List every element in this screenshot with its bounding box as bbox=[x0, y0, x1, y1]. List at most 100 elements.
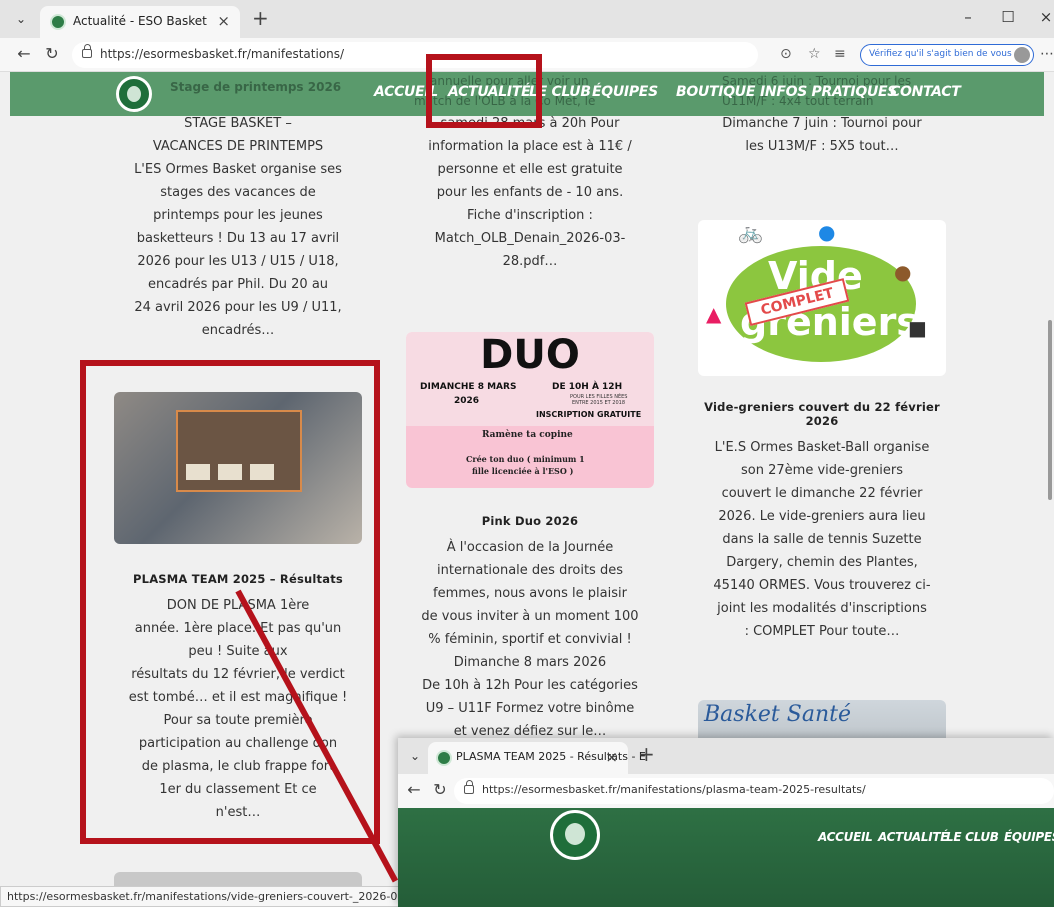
tab-list-icon[interactable]: ⌄ bbox=[10, 8, 32, 30]
excerpt-line: Dimanche 7 juin : Tournoi pour bbox=[722, 116, 922, 131]
excerpt-line: personne et elle est gratuite bbox=[437, 162, 623, 177]
maximize-icon[interactable]: ☐ bbox=[998, 8, 1018, 26]
excerpt-line: Dargery, chemin des Plantes, bbox=[726, 555, 918, 570]
second-browser-window[interactable]: ⌄ PLASMA TEAM 2025 - Résultats - E × + ←… bbox=[398, 738, 1054, 907]
reload-icon[interactable]: ↻ bbox=[42, 44, 62, 63]
url-input[interactable]: https://esormesbasket.fr/manifestations/ bbox=[72, 42, 758, 68]
excerpt-line: de vous inviter à un moment 100 bbox=[421, 609, 639, 624]
tab-actualite[interactable]: Actualité - ESO Basket × bbox=[40, 6, 240, 38]
scroll-thumb[interactable] bbox=[1048, 320, 1052, 500]
duo-small-2: ENTRE 2015 ET 2018 bbox=[572, 400, 626, 406]
status-bar: https://esormesbasket.fr/manifestations/… bbox=[0, 886, 415, 907]
tab-title: Actualité - ESO Basket bbox=[73, 14, 207, 28]
excerpt-line: 45140 ORMES. Vous trouverez ci- bbox=[713, 578, 931, 593]
ghost-title-stage: Stage de printemps 2026 bbox=[170, 80, 342, 94]
excerpt-line: 2026. Le vide-greniers aura lieu bbox=[718, 509, 926, 524]
excerpt-line: VACANCES DE PRINTEMPS bbox=[152, 139, 324, 154]
excerpt-line: encadrés par Phil. Du 20 au bbox=[147, 277, 329, 292]
excerpt-line: % féminin, sportif et convivial ! bbox=[428, 632, 632, 647]
win2-url-input[interactable]: https://esormesbasket.fr/manifestations/… bbox=[454, 778, 1054, 804]
profile-verify-button[interactable]: Vérifiez qu'il s'agit bien de vous bbox=[860, 44, 1034, 66]
excerpt-line: U9 – U11F Formez votre binôme bbox=[425, 701, 635, 716]
win2-tab-bar: ⌄ PLASMA TEAM 2025 - Résultats - E × + bbox=[398, 738, 1054, 774]
nav-boutique[interactable]: BOUTIQUE bbox=[676, 84, 755, 100]
pink-duo-image[interactable]: DUO DIMANCHE 8 MARS 2026 DE 10H À 12H PO… bbox=[406, 332, 654, 488]
excerpt-line: joint les modalités d'inscriptions bbox=[717, 601, 927, 616]
excerpt-line: De 10h à 12h Pour les catégories bbox=[422, 678, 638, 693]
duo-free: INSCRIPTION GRATUITE bbox=[536, 410, 642, 419]
title-line: Vide-greniers couvert du 22 février bbox=[704, 400, 940, 414]
favorites-list-icon[interactable]: ≡ bbox=[834, 46, 846, 62]
close-window-icon[interactable]: × bbox=[1036, 8, 1054, 26]
win2-club-logo[interactable] bbox=[550, 810, 600, 860]
teddy-bear-icon: ● bbox=[894, 260, 912, 284]
club-logo[interactable] bbox=[116, 76, 152, 112]
win2-back-icon[interactable]: ← bbox=[404, 780, 424, 799]
nav-equipes[interactable]: ÉQUIPES bbox=[592, 84, 658, 100]
tab-close-icon[interactable]: × bbox=[217, 12, 230, 30]
reader-icon[interactable]: ⊙ bbox=[780, 46, 792, 62]
back-icon[interactable]: ← bbox=[14, 44, 34, 63]
duo-year: 2026 bbox=[454, 396, 480, 406]
win2-nav-le-club[interactable]: LE CLUB bbox=[946, 830, 999, 844]
win2-reload-icon[interactable]: ↻ bbox=[430, 780, 450, 799]
excerpt-line: À l'occasion de la Journée bbox=[446, 540, 614, 555]
win2-nav-equipes[interactable]: ÉQUIPES bbox=[1004, 830, 1054, 844]
duo-line-2: Crée ton duo ( minimum 1 bbox=[466, 454, 585, 464]
match-article-excerpt[interactable]: samedi 28 mars à 20h Pour information la… bbox=[402, 112, 658, 273]
duo-line-3: fille licenciée à l'ESO ) bbox=[472, 466, 574, 476]
nav-contact[interactable]: CONTACT bbox=[890, 84, 961, 100]
excerpt-line: femmes, nous avons le plaisir bbox=[433, 586, 627, 601]
stage-article-excerpt[interactable]: STAGE BASKET – VACANCES DE PRINTEMPS L'E… bbox=[110, 112, 366, 342]
excerpt-line: : COMPLET Pour toute… bbox=[744, 624, 900, 639]
next-article-image[interactable] bbox=[114, 872, 362, 886]
gamepad-icon: ■ bbox=[908, 316, 927, 340]
excerpt-line: Fiche d'inscription : bbox=[467, 208, 593, 223]
bicycle-icon: 🚲 bbox=[738, 220, 763, 244]
annotation-box-actualite bbox=[426, 54, 542, 128]
excerpt-line: basketteurs ! Du 13 au 17 avril bbox=[136, 231, 340, 246]
lock-icon bbox=[82, 44, 92, 58]
duo-date: DIMANCHE 8 MARS bbox=[420, 382, 517, 392]
vide-greniers-image[interactable]: 🚲 ● Vide greniers COMPLET ● ▲ ■ bbox=[698, 220, 946, 376]
nav-infos-pratiques[interactable]: INFOS PRATIQUES bbox=[760, 84, 897, 100]
vide-greniers-title[interactable]: Vide-greniers couvert du 22 février 2026 bbox=[694, 400, 950, 428]
title-line: 2026 bbox=[805, 414, 839, 428]
vide-greniers-excerpt[interactable]: L'E.S Ormes Basket-Ball organise son 27è… bbox=[694, 436, 950, 643]
avatar bbox=[1014, 47, 1030, 63]
excerpt-line: 2026 pour les U13 / U15 / U18, bbox=[137, 254, 339, 269]
tab-bar: ⌄ Actualité - ESO Basket × + – ☐ × bbox=[0, 0, 1054, 38]
win2-nav-accueil[interactable]: ACCUEIL bbox=[818, 830, 873, 844]
excerpt-line: Match_OLB_Denain_2026-03- bbox=[434, 231, 626, 246]
win2-tab-close-icon[interactable]: × bbox=[605, 748, 618, 766]
win2-site-header: ACCUEIL ACTUALITÉ LE CLUB ÉQUIPES bbox=[398, 808, 1054, 907]
excerpt-line: 28.pdf… bbox=[502, 254, 558, 269]
excerpt-line: stages des vacances de bbox=[160, 185, 316, 200]
more-options-icon[interactable]: ⋯ bbox=[1040, 46, 1054, 62]
verify-text: Vérifiez qu'il s'agit bien de vous bbox=[869, 49, 1012, 59]
excerpt-line: son 27ème vide-greniers bbox=[741, 463, 903, 478]
duo-hours: DE 10H À 12H bbox=[552, 382, 623, 392]
minimize-icon[interactable]: – bbox=[958, 8, 978, 26]
favorite-star-icon[interactable]: ☆ bbox=[808, 46, 821, 62]
win2-new-tab-icon[interactable]: + bbox=[638, 742, 655, 766]
pink-duo-title[interactable]: Pink Duo 2026 bbox=[402, 514, 658, 528]
win2-tab-list-icon[interactable]: ⌄ bbox=[404, 745, 426, 767]
site-favicon-icon bbox=[436, 750, 452, 766]
duo-line-1: Ramène ta copine bbox=[482, 430, 573, 440]
url-text: https://esormesbasket.fr/manifestations/ bbox=[100, 47, 345, 61]
dress-icon: ▲ bbox=[706, 302, 722, 326]
excerpt-line: Dimanche 8 mars 2026 bbox=[453, 655, 607, 670]
tournoi-article-excerpt[interactable]: Dimanche 7 juin : Tournoi pour les U13M/… bbox=[694, 112, 950, 158]
duo-poster-bottom: Ramène ta copine Crée ton duo ( minimum … bbox=[406, 426, 654, 488]
win2-nav-actualite[interactable]: ACTUALITÉ bbox=[878, 830, 949, 844]
pink-duo-excerpt[interactable]: À l'occasion de la Journée international… bbox=[402, 536, 658, 743]
excerpt-line: dans la salle de tennis Suzette bbox=[722, 532, 922, 547]
lock-icon bbox=[464, 780, 474, 794]
win2-tab-plasma[interactable]: PLASMA TEAM 2025 - Résultats - E × bbox=[428, 742, 646, 774]
duo-headline: DUO bbox=[480, 332, 580, 378]
excerpt-line: les U13M/F : 5X5 tout… bbox=[745, 139, 899, 154]
site-favicon-icon bbox=[50, 14, 66, 30]
excerpt-line: pour les enfants de - 10 ans. bbox=[436, 185, 624, 200]
new-tab-icon[interactable]: + bbox=[252, 6, 269, 30]
